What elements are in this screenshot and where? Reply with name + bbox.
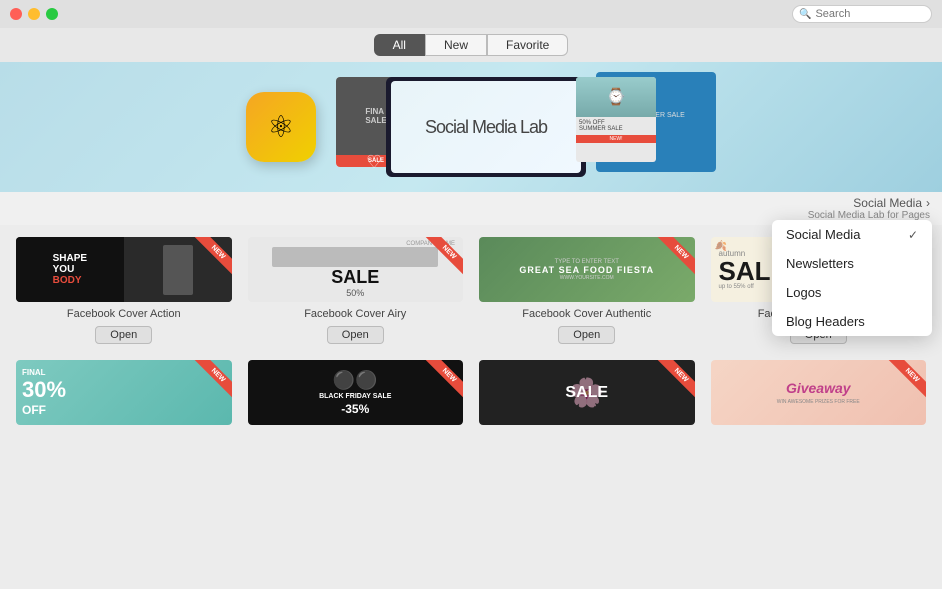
hero-extra-card: ⌚ 50% OFFSUMMER SALE NEW! [576,77,656,162]
template-thumb-blackfriday: NEW ⚫⚫ BLACK FRIDAY SALE -35% [248,360,464,425]
check-icon: ✓ [908,228,918,242]
open-button-authentic[interactable]: Open [558,326,615,344]
tab-favorite[interactable]: Favorite [487,34,568,56]
minimize-button[interactable] [28,8,40,20]
template-card-final: NEW FINAL 30% OFF [16,360,232,425]
hero-device: FINASALE SALE Social Media Lab GrandSale… [336,72,696,182]
tab-all[interactable]: All [374,34,425,56]
search-bar[interactable]: 🔍 [792,5,932,23]
template-card-giveaway: NEW Giveaway WIN AWESOME PRIZES FOR FREE [711,360,927,425]
template-card-authentic: NEW TYPE TO ENTER TEXT GREAT SEA FOOD FI… [479,237,695,344]
template-thumb-authentic: NEW TYPE TO ENTER TEXT GREAT SEA FOOD FI… [479,237,695,302]
template-thumb-airy: NEW COMPANY NAME SALE 50% [248,237,464,302]
template-card-action: NEW SHAPEYOUBODY Facebook Cover Action O… [16,237,232,344]
open-button-action[interactable]: Open [95,326,152,344]
traffic-lights [10,8,58,20]
maximize-button[interactable] [46,8,58,20]
template-grid-row2: NEW FINAL 30% OFF NEW ⚫⚫ BLACK FRIDAY SA… [0,356,942,437]
tab-new[interactable]: New [425,34,487,56]
template-name-authentic: Facebook Cover Authentic [522,308,651,320]
template-thumb-final: NEW FINAL 30% OFF [16,360,232,425]
template-thumb-sale2: NEW 🌸 SALE [479,360,695,425]
open-button-airy[interactable]: Open [327,326,384,344]
template-card-sale2: NEW 🌸 SALE [479,360,695,425]
tab-bar: All New Favorite [0,28,942,62]
category-bar: Social Media › Social Media Lab for Page… [0,192,942,225]
close-button[interactable] [10,8,22,20]
dropdown-item-newsletters[interactable]: Newsletters [772,249,932,278]
dropdown-item-blog-headers[interactable]: Blog Headers [772,307,932,336]
hero-laptop: Social Media Lab [386,77,586,177]
template-thumb-giveaway: NEW Giveaway WIN AWESOME PRIZES FOR FREE [711,360,927,425]
dropdown-item-logos[interactable]: Logos [772,278,932,307]
category-selector: Social Media › Social Media Lab for Page… [808,196,930,221]
hero-heart-icon: ♡ [366,152,382,173]
template-card-airy: NEW COMPANY NAME SALE 50% Facebook Cover… [248,237,464,344]
category-main[interactable]: Social Media › [853,196,930,210]
dropdown-item-social-media[interactable]: Social Media ✓ [772,220,932,249]
hero-banner: ⚛ FINASALE SALE Social Media Lab GrandSa… [0,62,942,192]
seafood-text: TYPE TO ENTER TEXT GREAT SEA FOOD FIESTA… [519,259,654,281]
template-name-action: Facebook Cover Action [67,308,181,320]
template-card-blackfriday: NEW ⚫⚫ BLACK FRIDAY SALE -35% [248,360,464,425]
search-input[interactable] [815,8,925,20]
logo-icon: ⚛ [268,110,295,145]
title-bar: 🔍 [0,0,942,28]
hero-laptop-screen: Social Media Lab [391,81,581,173]
template-thumb-action: NEW SHAPEYOUBODY [16,237,232,302]
search-icon: 🔍 [799,9,811,20]
app-logo: ⚛ [246,92,316,162]
category-dropdown[interactable]: Social Media ✓ Newsletters Logos Blog He… [772,220,932,336]
template-name-airy: Facebook Cover Airy [304,308,406,320]
chevron-icon: › [926,196,930,210]
